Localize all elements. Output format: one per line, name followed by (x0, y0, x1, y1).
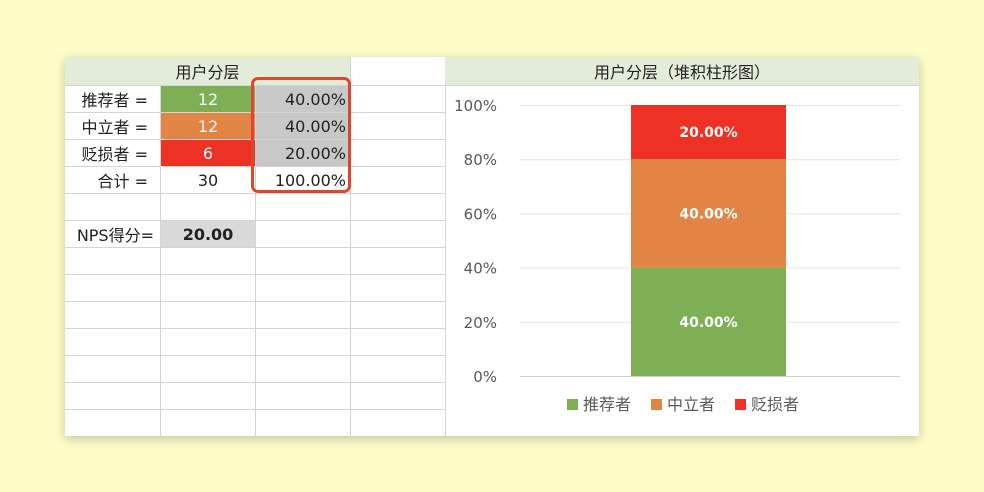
y-tick-label: 40% (464, 260, 497, 278)
detractor-count[interactable]: 6 (161, 140, 255, 166)
detractor-label[interactable]: 贬损者 = (65, 140, 160, 166)
nps-label[interactable]: NPS得分= (65, 221, 160, 247)
legend-label[interactable]: 推荐者 (583, 395, 631, 414)
promoter-label[interactable]: 推荐者 = (65, 86, 160, 112)
y-tick-label: 20% (464, 314, 497, 332)
stacked-bar-chart[interactable]: 0% 20% 40% 60% 80% 100% 40.00% 40.00% 20.00% 推荐… (445, 85, 919, 436)
legend-label[interactable]: 贬损者 (751, 395, 799, 414)
nps-score[interactable]: 20.00 (161, 221, 255, 247)
selection-highlight (251, 77, 351, 193)
spreadsheet: 用户分层 用户分层（堆积柱形图） 推荐者 = 12 40.00% 中立者 = 1… (65, 57, 919, 436)
passive-count[interactable]: 12 (161, 113, 255, 139)
bar-data-label: 20.00% (679, 125, 737, 141)
y-tick-label: 60% (464, 205, 497, 223)
legend-label[interactable]: 中立者 (667, 395, 715, 414)
chart-title: 用户分层（堆积柱形图） (445, 57, 919, 85)
total-count[interactable]: 30 (161, 167, 255, 193)
bar-data-label: 40.00% (679, 315, 737, 331)
legend-swatch (735, 399, 746, 410)
legend-swatch (567, 399, 578, 410)
total-label[interactable]: 合计 = (65, 167, 160, 193)
y-tick-label: 80% (464, 151, 497, 169)
legend-swatch (651, 399, 662, 410)
bar-data-label: 40.00% (679, 206, 737, 222)
promoter-count[interactable]: 12 (161, 86, 255, 112)
y-tick-label: 100% (454, 97, 497, 115)
y-tick-label: 0% (473, 368, 497, 386)
passive-label[interactable]: 中立者 = (65, 113, 160, 139)
